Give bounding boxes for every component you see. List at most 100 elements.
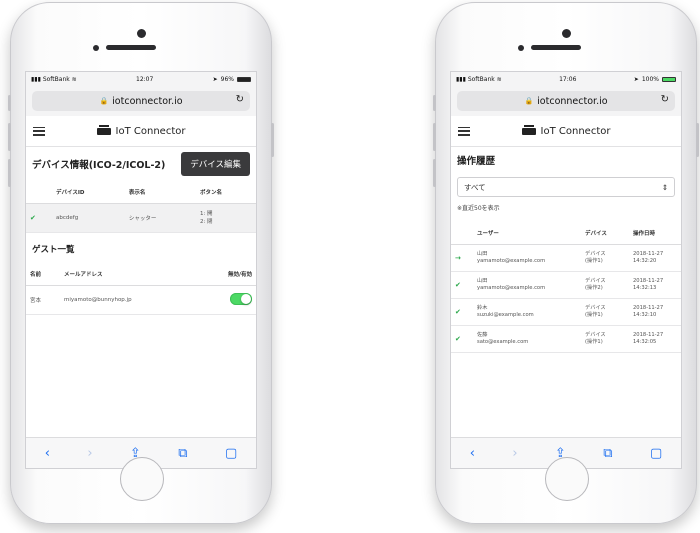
user-cell: 山田 yamamoto@example.com (473, 244, 581, 272)
phone-left: ▮▮▮ SoftBank ≋ 12:07 ➤ 96% 🔒 iotconnecto… (8, 2, 274, 524)
back-icon[interactable]: ‹ (45, 446, 50, 461)
table-row: ✔ 鈴木 suzuki@example.com デバイス (操作1) 2018-… (451, 298, 681, 326)
user-cell: 山田 yamamoto@example.com (473, 271, 581, 299)
carrier-label: ▮▮▮ SoftBank ≋ (456, 75, 502, 83)
check-icon: ✔ (451, 271, 473, 299)
guest-email-cell: miyamoto@bunnyhop.jp (60, 285, 198, 315)
home-button[interactable] (545, 457, 589, 501)
status-bar: ▮▮▮ SoftBank ≋ 12:07 ➤ 96% (26, 72, 256, 86)
location-icon: ➤ (633, 75, 639, 83)
signal-icon: ▮▮▮ (31, 75, 43, 83)
col-header-device: デバイス (581, 222, 629, 245)
filter-select[interactable]: すべて ⇕ (457, 177, 675, 197)
display-name-cell: シャッター (124, 203, 196, 233)
guest-name-cell: 宮本 (26, 285, 60, 315)
reload-icon[interactable]: ↻ (661, 94, 669, 105)
col-header-email: メールアドレス (60, 263, 198, 286)
power-button (696, 123, 699, 157)
page-header: 操作履歴 (451, 147, 681, 173)
check-icon: ✔ (451, 325, 473, 353)
guest-list-title: ゲスト一覧 (32, 245, 75, 255)
lock-icon: 🔒 (524, 97, 534, 105)
status-bar: ▮▮▮ SoftBank ≋ 17:06 ➤ 100% (451, 72, 681, 86)
history-note: ※直近50を表示 (457, 205, 500, 212)
app-navbar: IoT Connector (26, 116, 256, 147)
mute-switch (433, 95, 436, 111)
address-field[interactable]: 🔒 iotconnector.io ↻ (32, 91, 250, 111)
col-header-blank (26, 181, 52, 204)
tabs-icon[interactable]: ▢ (650, 446, 662, 461)
user-cell: 鈴木 suzuki@example.com (473, 298, 581, 326)
hamburger-menu-icon[interactable] (33, 126, 45, 136)
address-field[interactable]: 🔒 iotconnector.io ↻ (457, 91, 675, 111)
signal-icon: ▮▮▮ (456, 75, 468, 83)
screen: ▮▮▮ SoftBank ≋ 17:06 ➤ 100% 🔒 iotconnect… (450, 71, 682, 469)
hamburger-menu-icon[interactable] (458, 126, 470, 136)
page-title: デバイス情報(ICO-2/ICOL-2) (32, 160, 166, 171)
col-header-display-name: 表示名 (124, 181, 196, 204)
col-header-user: ユーザー (473, 222, 581, 245)
url-text: iotconnector.io (112, 95, 183, 107)
device-cell: デバイス (操作1) (581, 298, 629, 326)
table-row: → 山田 yamamoto@example.com デバイス (操作1) 201… (451, 244, 681, 272)
volume-down-button (433, 159, 436, 187)
enabled-toggle[interactable] (230, 293, 252, 305)
home-button[interactable] (120, 457, 164, 501)
tabs-icon[interactable]: ▢ (225, 446, 237, 461)
mute-switch (8, 95, 11, 111)
wifi-icon: ≋ (496, 75, 502, 83)
filter-value: すべて (464, 182, 486, 192)
device-id-cell: abcdefg (52, 203, 125, 233)
guest-table: 名前 メールアドレス 無効/有効 宮本 miyamoto@bunnyhop.jp (26, 263, 256, 315)
status-icon: → (451, 244, 473, 272)
phone-right: ▮▮▮ SoftBank ≋ 17:06 ➤ 100% 🔒 iotconnect… (433, 2, 699, 524)
device-cell: デバイス (操作2) (581, 271, 629, 299)
datetime-cell: 2018-11-27 14:32:10 (629, 298, 681, 326)
col-header-name: 名前 (26, 263, 60, 286)
col-header-device-id: デバイスID (52, 181, 125, 204)
power-button (271, 123, 274, 157)
camera (137, 29, 146, 38)
speaker (531, 45, 581, 50)
forward-icon[interactable]: › (87, 446, 92, 461)
back-icon[interactable]: ‹ (470, 446, 475, 461)
check-icon: ✔ (451, 298, 473, 326)
datetime-cell: 2018-11-27 14:32:13 (629, 271, 681, 299)
sensor (518, 45, 524, 51)
wifi-icon: ≋ (71, 75, 77, 83)
forward-icon[interactable]: › (512, 446, 517, 461)
datetime-cell: 2018-11-27 14:32:20 (629, 244, 681, 272)
speaker (106, 45, 156, 50)
location-icon: ➤ (212, 75, 218, 83)
volume-up-button (8, 123, 11, 151)
check-icon: ✔ (26, 203, 52, 233)
table-row: ✔ 佐藤 sato@example.com デバイス (操作1) 2018-11… (451, 325, 681, 353)
col-header-blank (451, 222, 473, 245)
enabled-toggle-cell (197, 285, 256, 315)
edit-device-button[interactable]: デバイス編集 (181, 152, 250, 176)
volume-up-button (433, 123, 436, 151)
bookmarks-icon[interactable]: ⧉ (178, 446, 187, 461)
bookmarks-icon[interactable]: ⧉ (603, 446, 612, 461)
device-cell: デバイス (操作1) (581, 244, 629, 272)
reload-icon[interactable]: ↻ (236, 94, 244, 105)
datetime-cell: 2018-11-27 14:32:05 (629, 325, 681, 353)
router-icon (521, 124, 536, 135)
battery-status: ➤ 100% (634, 76, 676, 83)
device-table: デバイスID 表示名 ボタン名 ✔ abcdefg シャッター 1: 開 2: … (26, 181, 256, 233)
clock: 12:07 (136, 75, 154, 83)
sensor (93, 45, 99, 51)
device-cell: デバイス (操作1) (581, 325, 629, 353)
table-row: ✔ 山田 yamamoto@example.com デバイス (操作2) 201… (451, 271, 681, 299)
select-arrows-icon: ⇕ (661, 182, 668, 192)
table-row[interactable]: ✔ abcdefg シャッター 1: 開 2: 閉 (26, 203, 256, 233)
url-bar: 🔒 iotconnector.io ↻ (451, 86, 681, 116)
battery-icon (661, 76, 676, 82)
router-icon (96, 124, 111, 135)
url-bar: 🔒 iotconnector.io ↻ (26, 86, 256, 116)
button-names-cell: 1: 開 2: 閉 (195, 203, 256, 233)
col-header-enabled: 無効/有効 (197, 263, 256, 286)
table-header-row: 名前 メールアドレス 無効/有効 (26, 263, 256, 286)
col-header-datetime: 操作日時 (629, 222, 681, 245)
brand: IoT Connector (26, 124, 256, 137)
